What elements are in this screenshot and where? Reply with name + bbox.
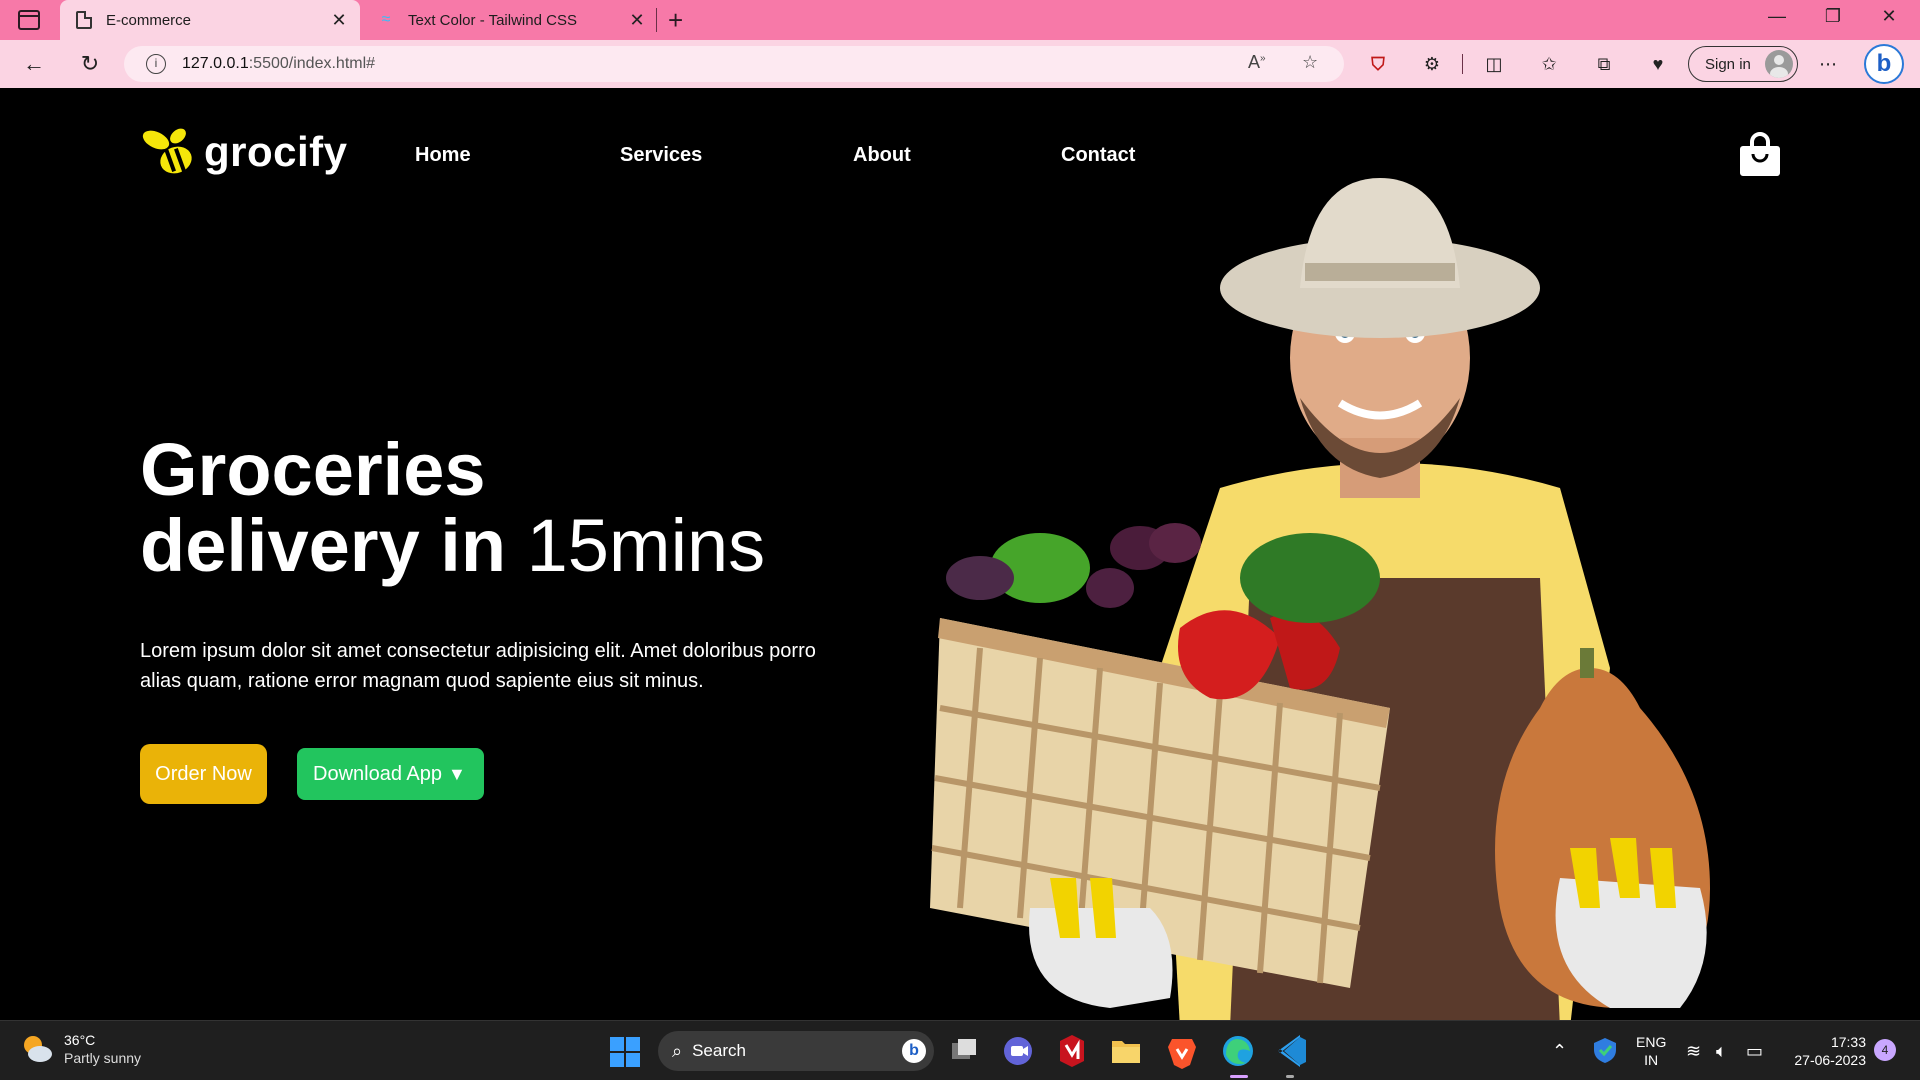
start-button[interactable] [610,1037,640,1067]
read-aloud-icon[interactable]: A» [1248,52,1266,73]
partly-sunny-icon [24,1036,52,1062]
refresh-icon[interactable]: ↻ [74,48,106,80]
weather-temperature: 36°C [64,1032,96,1048]
tailwind-icon: ≈ [381,11,391,28]
download-app-label: Download App [313,763,442,785]
language-indicator[interactable]: ENG IN [1636,1033,1666,1069]
tab-ecommerce[interactable]: E-commerce ✕ [60,0,360,40]
edge-browser-icon[interactable] [1218,1031,1258,1071]
extensions-icon[interactable]: ⚙ [1420,52,1444,76]
download-arrow-icon: ▼ [447,764,466,784]
tab-divider [656,8,657,32]
teams-chat-icon[interactable] [998,1031,1038,1071]
notification-badge[interactable]: 4 [1874,1039,1896,1061]
bee-logo-icon [142,128,192,174]
hero-title: Groceries delivery in 15mins [140,432,765,584]
info-icon[interactable]: i [146,54,166,74]
collections-icon[interactable]: ⧉ [1592,52,1616,76]
file-explorer-icon[interactable] [1106,1031,1146,1071]
battery-icon[interactable]: ▭ [1746,1041,1763,1062]
close-icon[interactable]: ✕ [626,10,648,31]
address-bar[interactable]: i 127.0.0.1:5500/index.html# A» ☆ [124,46,1344,82]
tab-title: Text Color - Tailwind CSS [408,11,577,29]
health-icon[interactable]: ♥ [1646,52,1670,76]
tab-title: E-commerce [106,11,192,29]
browser-toolbar: ← ↻ i 127.0.0.1:5500/index.html# A» ☆ ⛉ … [0,40,1920,88]
favorite-star-icon[interactable]: ☆ [1302,52,1318,73]
nav-services[interactable]: Services [620,144,702,167]
weather-widget[interactable]: 36°C Partly sunny [20,1031,141,1067]
weather-description: Partly sunny [64,1050,142,1066]
split-screen-icon[interactable]: ◫ [1482,52,1506,76]
browser-tab-bar: E-commerce ✕ ≈ Text Color - Tailwind CSS… [0,0,1920,40]
hero-farmer-image [930,178,1710,1020]
back-icon[interactable]: ← [18,48,50,80]
tab-actions-icon[interactable] [18,10,40,30]
language-code: ENG [1636,1034,1667,1050]
hero-title-line2-bold: delivery in [140,504,507,587]
sign-in-button[interactable]: Sign in [1688,46,1798,82]
close-icon[interactable]: ✕ [328,10,350,31]
nav-home[interactable]: Home [415,144,471,167]
hero-description: Lorem ipsum dolor sit amet consectetur a… [140,640,816,692]
windows-taskbar: 36°C Partly sunny ⌕ Search b ⌃ ENG IN ≋ [0,1020,1920,1080]
system-clock[interactable]: 17:33 27-06-2023 [1786,1033,1866,1069]
nav-about[interactable]: About [853,144,911,167]
more-options-icon[interactable]: ⋯ [1816,52,1840,76]
bing-icon: b [902,1039,926,1063]
volume-icon[interactable]: 🔈︎ [1716,1041,1727,1062]
download-app-button[interactable]: Download App ▼ [297,748,484,800]
restore-icon[interactable]: ❐ [1818,6,1848,27]
search-placeholder: Search [692,1041,746,1060]
document-icon [76,11,92,29]
clock-time: 17:33 [1830,1034,1866,1050]
order-now-button[interactable]: Order Now [140,744,267,804]
bing-copilot-icon[interactable]: b [1864,44,1904,84]
show-hidden-icons-chevron-icon[interactable]: ⌃ [1552,1041,1567,1062]
url-text[interactable]: 127.0.0.1:5500/index.html# [182,55,375,73]
clock-date: 27-06-2023 [1794,1052,1866,1068]
task-view-icon[interactable] [944,1031,984,1071]
mcafee-extension-icon[interactable]: ⛉ [1366,52,1390,76]
sign-in-label: Sign in [1705,55,1751,73]
hero-title-line1: Groceries [140,428,486,511]
brave-browser-icon[interactable] [1162,1031,1202,1071]
search-icon: ⌕ [672,1040,683,1061]
webpage: grocify Home Services About Contact Groc… [0,88,1920,1020]
wifi-icon[interactable]: ≋ [1686,1041,1701,1062]
logo-text: grocify [204,128,348,175]
vscode-icon[interactable] [1272,1031,1312,1071]
avatar [1765,50,1793,78]
toolbar-divider [1462,54,1463,74]
favorites-icon[interactable]: ✩ [1537,52,1561,76]
running-app-indicator [1286,1075,1294,1078]
active-app-indicator [1230,1075,1248,1078]
taskbar-search[interactable]: ⌕ Search b [658,1031,934,1071]
hero-title-line2-normal: 15mins [526,504,766,587]
logo[interactable]: grocify [138,126,348,178]
security-shield-icon[interactable] [1590,1035,1620,1065]
mcafee-icon[interactable] [1052,1031,1092,1071]
close-window-icon[interactable]: ✕ [1874,6,1904,27]
tab-tailwind[interactable]: ≈ Text Color - Tailwind CSS ✕ [362,0,658,40]
new-tab-button[interactable]: + [668,4,683,36]
minimize-icon[interactable]: — [1762,6,1792,27]
region-code: IN [1644,1052,1659,1068]
